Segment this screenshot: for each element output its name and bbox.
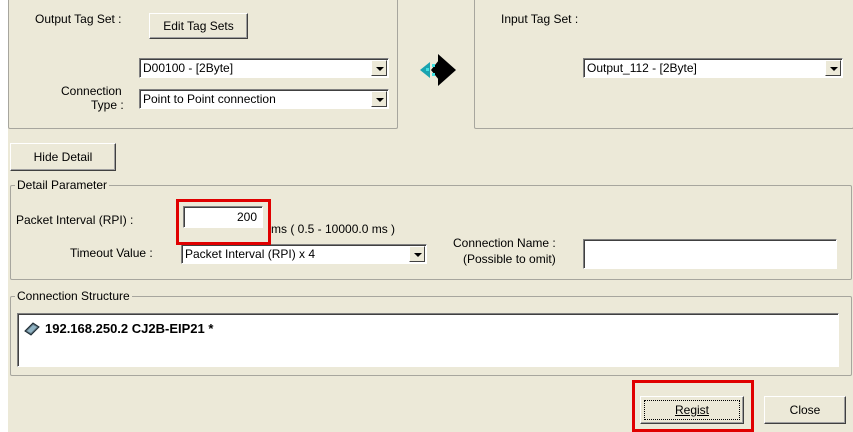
regist-highlight-box: [632, 380, 754, 432]
chevron-down-icon[interactable]: [825, 60, 841, 76]
dialog-panel: Output Tag Set : Edit Tag Sets D00100 - …: [8, 0, 853, 432]
connection-name-label-line1: Connection Name :: [453, 236, 556, 250]
output-tag-set-value: D00100 - [2Byte]: [143, 61, 234, 75]
chevron-down-icon[interactable]: [409, 246, 425, 262]
input-tag-set-value: Output_112 - [2Byte]: [587, 61, 697, 75]
output-tag-set-label: Output Tag Set :: [35, 12, 122, 26]
connection-direction-icon: [420, 54, 456, 86]
edit-tag-sets-button[interactable]: Edit Tag Sets: [149, 13, 248, 39]
detail-parameter-group: Detail Parameter Packet Interval (RPI) :…: [10, 178, 852, 280]
connection-type-label-line1: Connection: [61, 84, 122, 98]
timeout-label: Timeout Value :: [70, 246, 153, 260]
hide-detail-button[interactable]: Hide Detail: [10, 143, 116, 171]
timeout-select[interactable]: Packet Interval (RPI) x 4: [181, 244, 427, 264]
rpi-range-label: ms ( 0.5 - 10000.0 ms ): [271, 222, 396, 236]
output-group: Output Tag Set : Edit Tag Sets D00100 - …: [8, 0, 398, 129]
connection-type-select[interactable]: Point to Point connection: [139, 89, 389, 109]
connection-settings-dialog: Output Tag Set : Edit Tag Sets D00100 - …: [0, 0, 853, 432]
rpi-highlight-box: [176, 199, 271, 245]
list-item[interactable]: 192.168.250.2 CJ2B-EIP21 *: [24, 321, 213, 336]
device-label: 192.168.250.2 CJ2B-EIP21 *: [45, 321, 214, 336]
connection-structure-title: Connection Structure: [15, 289, 132, 303]
connection-type-label-line2: Type :: [91, 98, 124, 112]
input-tag-set-label: Input Tag Set :: [501, 12, 579, 26]
rpi-label: Packet Interval (RPI) :: [16, 213, 134, 227]
connection-type-value: Point to Point connection: [143, 92, 276, 106]
input-group: Input Tag Set : Output_112 - [2Byte]: [474, 0, 853, 129]
input-tag-set-select[interactable]: Output_112 - [2Byte]: [583, 58, 843, 78]
close-button[interactable]: Close: [764, 396, 846, 424]
timeout-value: Packet Interval (RPI) x 4: [185, 247, 316, 261]
connection-name-label-line2: (Possible to omit): [463, 252, 556, 266]
chevron-down-icon[interactable]: [371, 91, 387, 107]
output-tag-set-select[interactable]: D00100 - [2Byte]: [139, 58, 389, 78]
detail-parameter-title: Detail Parameter: [15, 178, 110, 192]
close-button-label: Close: [789, 403, 821, 417]
connection-name-input[interactable]: [583, 239, 837, 269]
device-icon: [24, 321, 40, 336]
connection-structure-list[interactable]: 192.168.250.2 CJ2B-EIP21 *: [17, 313, 839, 367]
chevron-down-icon[interactable]: [371, 60, 387, 76]
connection-structure-group: Connection Structure 192.168.250.2 CJ2B-…: [10, 289, 852, 376]
